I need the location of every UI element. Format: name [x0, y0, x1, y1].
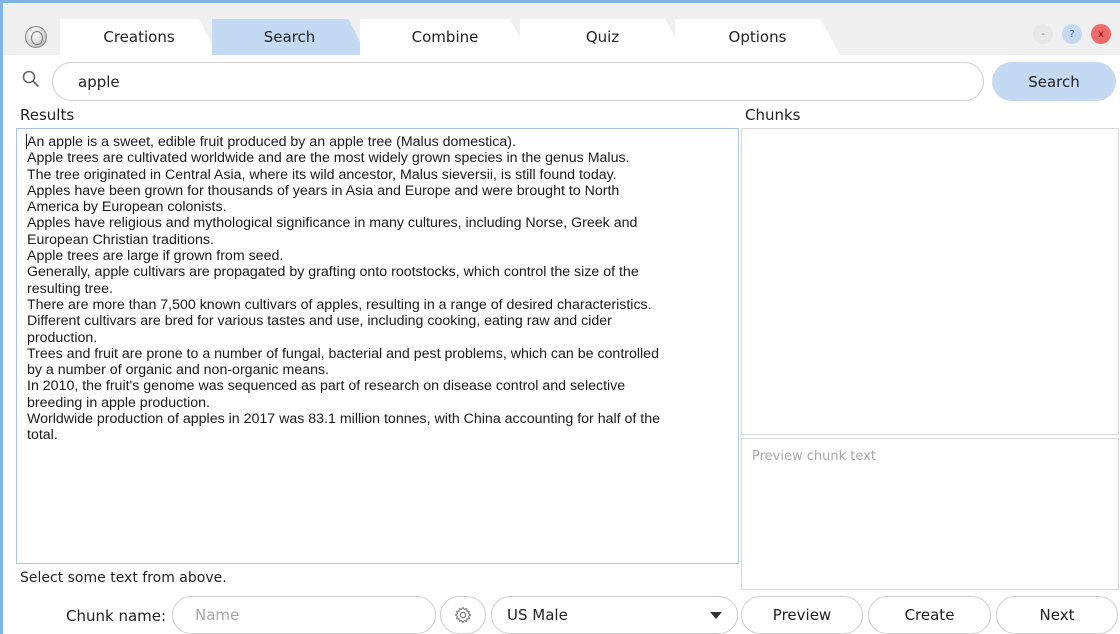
tab-combine[interactable]: Combine: [360, 19, 530, 55]
chunks-label: Chunks: [745, 106, 801, 124]
result-line: European Christian traditions.: [27, 231, 214, 248]
result-line: Apple trees are large if grown from seed…: [27, 248, 284, 265]
tab-label: Quiz: [585, 28, 620, 46]
result-line: total.: [27, 427, 58, 444]
result-line: breeding in apple production.: [27, 394, 210, 411]
search-button[interactable]: Search: [992, 62, 1116, 101]
dropdown-arrow-icon: [710, 612, 722, 619]
chunk-name-input[interactable]: [172, 596, 436, 634]
tab-label: Search: [263, 28, 316, 46]
tab-search[interactable]: Search: [212, 19, 367, 55]
status-hint: Select some text from above.: [20, 570, 227, 586]
result-line: In 2010, the fruit's genome was sequence…: [27, 378, 626, 395]
gear-icon: [454, 606, 472, 624]
result-line: Generally, apple cultivars are propagate…: [27, 264, 639, 281]
preview-button[interactable]: Preview: [741, 596, 863, 634]
result-line: The tree originated in Central Asia, whe…: [27, 166, 617, 183]
voice-select-value: US Male: [507, 606, 568, 624]
chunk-name-label: Chunk name:: [66, 607, 167, 625]
result-line: Apples have religious and mythological s…: [27, 215, 638, 232]
text-caret: [26, 134, 27, 149]
window-frame-left: [0, 0, 3, 634]
results-text-area[interactable]: An apple is a sweet, edible fruit produc…: [16, 128, 739, 564]
tab-label: Options: [728, 28, 787, 46]
preview-placeholder: Preview chunk text: [752, 449, 876, 464]
tab-creations[interactable]: Creations: [60, 19, 218, 55]
voice-select[interactable]: US Male: [491, 596, 738, 634]
result-line: resulting tree.: [27, 280, 113, 297]
results-label: Results: [20, 106, 75, 124]
app-logo-icon: [25, 26, 47, 48]
settings-button[interactable]: [440, 596, 486, 634]
create-button[interactable]: Create: [868, 596, 991, 634]
search-input[interactable]: [52, 62, 984, 101]
result-line: There are more than 7,500 known cultivar…: [27, 296, 652, 313]
result-line: Trees and fruit are prone to a number of…: [27, 345, 659, 362]
result-line: Apples have been grown for thousands of …: [27, 182, 620, 199]
help-button[interactable]: ?: [1062, 24, 1082, 44]
preview-chunk-area[interactable]: Preview chunk text: [741, 438, 1119, 590]
close-button[interactable]: x: [1091, 24, 1111, 44]
search-icon: [22, 70, 40, 88]
result-line: Apple trees are cultivated worldwide and…: [27, 150, 630, 167]
tab-label: Creations: [103, 28, 175, 46]
tab-options[interactable]: Options: [675, 19, 840, 55]
result-line: Different cultivars are bred for various…: [27, 313, 612, 330]
result-line: by a number of organic and non-organic m…: [27, 362, 330, 379]
tab-label: Combine: [411, 28, 479, 46]
result-line: Worldwide production of apples in 2017 w…: [27, 411, 661, 428]
result-line: America by European colonists.: [27, 199, 227, 216]
result-line: An apple is a sweet, edible fruit produc…: [27, 134, 516, 150]
tab-quiz[interactable]: Quiz: [520, 19, 685, 55]
minimize-button[interactable]: -: [1033, 24, 1053, 44]
result-line: production.: [27, 329, 98, 346]
chunks-list[interactable]: [741, 128, 1119, 435]
next-button[interactable]: Next: [996, 596, 1118, 634]
